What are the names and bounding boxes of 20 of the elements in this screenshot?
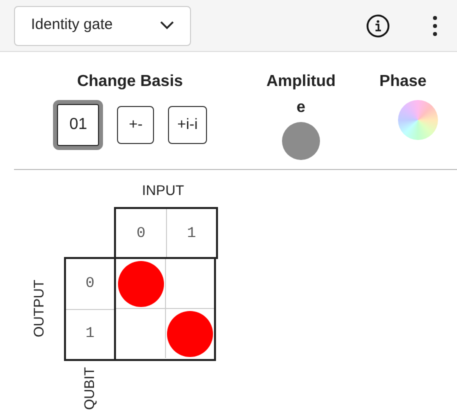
input-state-cell-text: 0 — [135, 224, 146, 244]
basis-button[interactable]: +- — [117, 106, 154, 144]
output-state-cell-text: 0 — [84, 274, 96, 294]
output-state-cell: 1 — [66, 309, 114, 359]
gate-dropdown[interactable]: Identity gate — [14, 6, 191, 46]
basis-button[interactable]: 01 — [53, 100, 104, 150]
basis-button[interactable]: +i-i — [168, 106, 207, 144]
phase-wheel-icon — [398, 100, 438, 140]
phase-title: Phase — [379, 72, 427, 92]
info-button[interactable] — [365, 12, 391, 38]
input-label: INPUT — [142, 181, 184, 200]
amplitude-title: Amplitud — [266, 72, 336, 92]
basis-title: Change Basis — [77, 72, 183, 92]
amplitude-title: e — [296, 98, 306, 118]
info-icon — [366, 14, 390, 38]
qubit-label: QUBIT — [80, 367, 98, 410]
output-label: OUTPUT — [29, 280, 48, 338]
input-state-cell: 1 — [166, 209, 216, 259]
chevron-down-icon — [160, 21, 174, 30]
more-icon — [433, 16, 437, 36]
